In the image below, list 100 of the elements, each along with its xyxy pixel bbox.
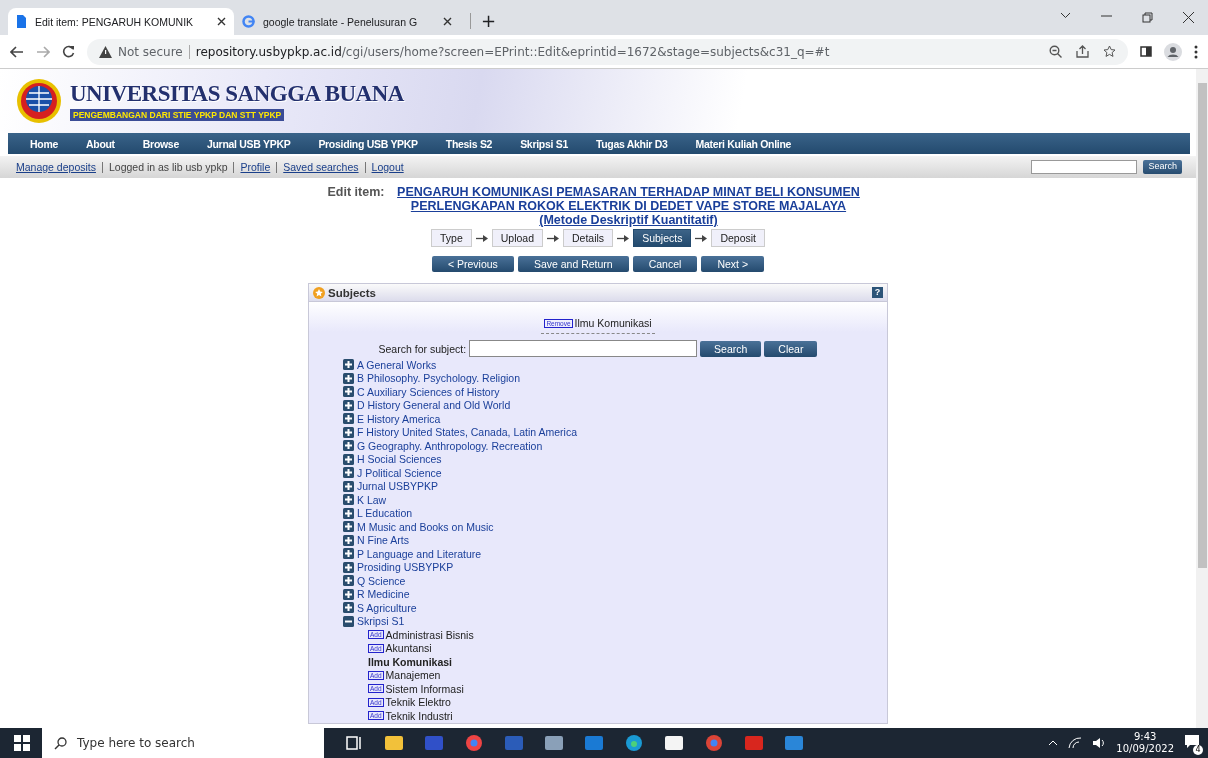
browser-tab[interactable]: Edit item: PENGARUH KOMUNIK: [8, 8, 234, 35]
side-panel-icon[interactable]: [1140, 46, 1152, 57]
subject-tree-item[interactable]: M Music and Books on Music: [357, 520, 494, 533]
subject-tree-item[interactable]: S Agriculture: [357, 601, 417, 614]
search-button[interactable]: Search: [1143, 160, 1182, 174]
expand-icon[interactable]: [343, 426, 354, 438]
search-field[interactable]: [1031, 160, 1138, 174]
task-view-icon[interactable]: [344, 734, 364, 752]
zoom-icon[interactable]: [1049, 45, 1062, 58]
subject-search-field[interactable]: [469, 340, 698, 357]
expand-icon[interactable]: [343, 467, 354, 479]
chevron-up-icon[interactable]: [1048, 740, 1059, 746]
expand-icon[interactable]: [343, 548, 354, 560]
expand-icon[interactable]: [343, 521, 354, 533]
speaker-icon[interactable]: [1092, 737, 1107, 749]
action-button[interactable]: < Previous: [431, 256, 514, 272]
subject-tree-item[interactable]: B Philosophy. Psychology. Religion: [357, 372, 521, 385]
nav-link[interactable]: About: [72, 137, 129, 150]
arrow-icon: [547, 234, 559, 242]
action-button[interactable]: Cancel: [632, 256, 698, 272]
windows-start-icon[interactable]: [14, 735, 30, 751]
nav-link[interactable]: Browse: [128, 137, 193, 150]
notification-button[interactable]: 4: [1184, 734, 1200, 752]
clock-date[interactable]: 10/09/2022: [1116, 743, 1174, 755]
back-arrow-icon[interactable]: [10, 45, 24, 58]
workflow-stage-tab[interactable]: Upload: [491, 229, 543, 247]
user-link[interactable]: Saved searches: [276, 161, 365, 173]
expand-icon[interactable]: [343, 602, 354, 614]
workflow-stage-tab[interactable]: Subjects: [633, 229, 692, 247]
workflow-stage-tab[interactable]: Details: [563, 229, 614, 247]
nav-link[interactable]: Home: [16, 137, 72, 150]
subject-tree-item[interactable]: P Language and Literature: [357, 547, 482, 560]
action-button[interactable]: Next >: [701, 256, 764, 272]
expand-icon[interactable]: [343, 534, 354, 546]
star-icon[interactable]: [1103, 45, 1116, 58]
expand-icon[interactable]: [343, 453, 354, 465]
user-link[interactable]: Profile: [233, 161, 277, 173]
expand-icon[interactable]: [343, 480, 354, 492]
subject-tree-item[interactable]: H Social Sciences: [357, 453, 442, 466]
chevron-down-icon[interactable]: [1060, 12, 1071, 19]
nav-link[interactable]: Tugas Akhir D3: [581, 137, 682, 150]
share-icon[interactable]: [1076, 45, 1089, 58]
clock-time[interactable]: 9:43: [1116, 731, 1174, 743]
nav-link[interactable]: Thesis S2: [431, 137, 507, 150]
subject-tree-item[interactable]: K Law: [357, 493, 387, 506]
subject-tree-item[interactable]: E History America: [357, 412, 441, 425]
subject-tree-item[interactable]: Jurnal USBYPKP: [357, 480, 439, 493]
reload-icon[interactable]: [62, 45, 75, 58]
expand-icon[interactable]: [343, 588, 354, 600]
item-title-link[interactable]: PENGARUH KOMUNIKASI PEMASARAN TERHADAP MINAT BELI KONSUMEN PERLENGKAPAN ROKOK ELEKTRIK DI DEDET VAPE STORE MAJALAYA (Metode Deskriptif Kuantitatif): [388, 185, 869, 227]
expand-icon[interactable]: [343, 386, 354, 398]
expand-icon[interactable]: [343, 440, 354, 452]
nav-link[interactable]: Materi Kuliah Online: [681, 137, 806, 150]
subject-tree-item[interactable]: Skripsi S1: [357, 615, 405, 628]
subject-tree-item[interactable]: J Political Science: [357, 466, 442, 479]
subject-tree-item[interactable]: N Fine Arts: [357, 534, 409, 547]
scrollbar-thumb[interactable]: [1197, 83, 1207, 568]
subject-tree-item[interactable]: C Auxiliary Sciences of History: [357, 385, 500, 398]
workflow-stage-tab[interactable]: Deposit: [711, 229, 765, 247]
close-icon[interactable]: [1183, 12, 1194, 23]
new-tab-button[interactable]: +: [470, 13, 497, 29]
close-icon[interactable]: [443, 17, 452, 26]
expand-icon[interactable]: [343, 372, 354, 384]
collapse-icon[interactable]: [343, 615, 354, 627]
browser-icon[interactable]: [464, 734, 484, 752]
wifi-icon[interactable]: [1068, 737, 1083, 749]
search-button[interactable]: Search: [700, 340, 762, 357]
subject-tree-item[interactable]: F History United States, Canada, Latin America: [357, 426, 578, 439]
address-bar[interactable]: Not secure repository.usbypkp.ac.id/cgi/users/home?screen=EPrint::Edit&eprintid=1672&stage=subjects&c31_q=#t: [87, 38, 1128, 65]
help-button[interactable]: ?: [872, 287, 883, 298]
user-link[interactable]: Manage deposits: [16, 161, 102, 173]
minimize-icon[interactable]: [1101, 12, 1112, 19]
expand-icon[interactable]: [343, 399, 354, 411]
restore-icon[interactable]: [1142, 12, 1153, 23]
user-link[interactable]: Logout: [364, 161, 410, 173]
subject-tree-item[interactable]: Prosiding USBYPKP: [357, 561, 454, 574]
nav-link[interactable]: Prosiding USB YPKP: [304, 137, 432, 150]
expand-icon[interactable]: [343, 575, 354, 587]
nav-link[interactable]: Jurnal USB YPKP: [192, 137, 305, 150]
subject-tree-item[interactable]: G Geography. Anthropology. Recreation: [357, 439, 543, 452]
expand-icon[interactable]: [343, 494, 354, 506]
subject-tree-item[interactable]: Q Science: [357, 574, 406, 587]
profile-avatar-icon[interactable]: [1164, 42, 1182, 61]
expand-icon[interactable]: [343, 359, 354, 371]
clear-button[interactable]: Clear: [764, 340, 818, 357]
expand-icon[interactable]: [343, 413, 354, 425]
expand-icon[interactable]: [343, 561, 354, 573]
expand-icon[interactable]: [343, 507, 354, 519]
browser-icon[interactable]: [704, 734, 724, 752]
subject-tree-item[interactable]: A General Works: [357, 358, 437, 371]
subject-tree-item[interactable]: D History General and Old World: [357, 399, 511, 412]
browser-tab[interactable]: google translate - Penelusuran G: [234, 8, 460, 35]
more-menu-icon[interactable]: [1194, 44, 1198, 59]
workflow-stage-tab[interactable]: Type: [430, 229, 472, 247]
action-button[interactable]: Save and Return: [517, 256, 629, 272]
subject-tree-item[interactable]: L Education: [357, 507, 413, 520]
nav-link[interactable]: Skripsi S1: [506, 137, 582, 150]
subject-tree-item[interactable]: R Medicine: [357, 588, 410, 601]
close-icon[interactable]: [217, 17, 226, 26]
taskbar-search-field[interactable]: Type here to search: [42, 728, 324, 758]
